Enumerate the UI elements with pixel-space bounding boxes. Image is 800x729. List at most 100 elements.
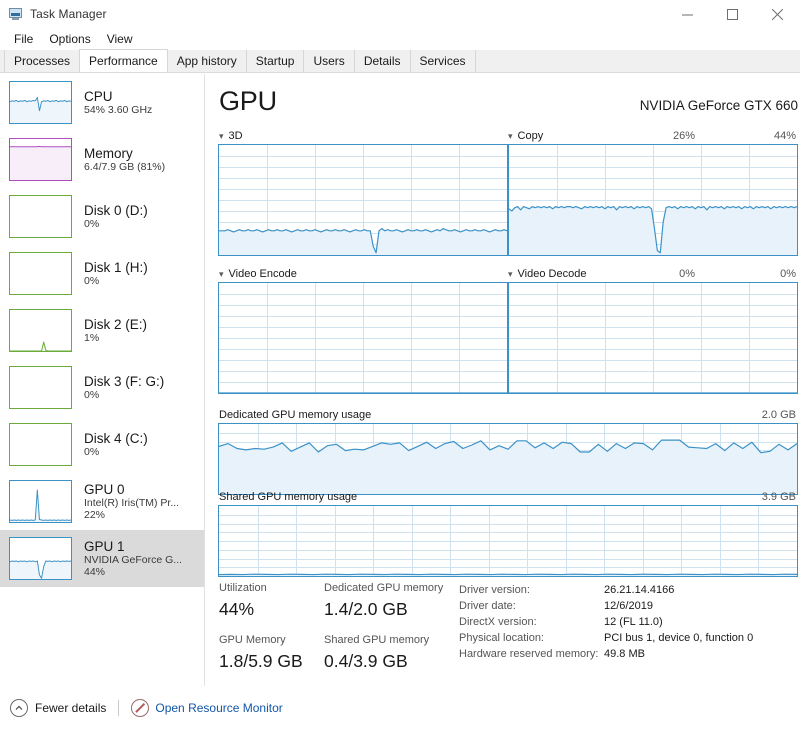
window-title: Task Manager xyxy=(30,7,107,21)
sidebar-item-label: GPU 0 xyxy=(84,481,125,497)
tab-services[interactable]: Services xyxy=(409,50,476,72)
task-manager-icon xyxy=(7,6,23,22)
chevron-down-icon: ▾ xyxy=(508,130,513,141)
stat-value-dedicated-gpu-memory: 1.4/2.0 GB xyxy=(324,599,408,619)
sidebar-item-disk-2[interactable]: Disk 2 (E:) 1% xyxy=(0,302,204,359)
cpu-thumbnail-graph xyxy=(9,81,72,124)
chevron-down-icon: ▾ xyxy=(219,268,224,279)
stat-label-utilization: Utilization xyxy=(219,582,267,594)
tab-startup[interactable]: Startup xyxy=(245,50,305,72)
graph-3d xyxy=(218,144,508,256)
resource-monitor-label: Open Resource Monitor xyxy=(155,700,283,715)
tab-details[interactable]: Details xyxy=(353,50,411,72)
menu-bar: File Options View xyxy=(0,28,800,50)
disk3-thumbnail-graph xyxy=(9,366,72,409)
window-controls xyxy=(665,0,800,28)
open-resource-monitor-link[interactable]: Open Resource Monitor xyxy=(131,698,283,717)
sidebar-item-detail: 0% xyxy=(84,275,100,288)
page-title: GPU xyxy=(219,86,277,116)
menu-item-options[interactable]: Options xyxy=(41,30,98,48)
task-manager-window: Task Manager File Options View Processes… xyxy=(0,0,800,729)
info-value-hardware-reserved-memory: 49.8 MB xyxy=(604,648,645,660)
sidebar-item-memory[interactable]: Memory 6.4/7.9 GB (81%) xyxy=(0,131,204,188)
gpu-model-name: NVIDIA GeForce GTX 660 xyxy=(639,98,798,113)
graph-copy xyxy=(508,144,798,256)
dedicated-memory-label: Dedicated GPU memory usage xyxy=(219,409,372,421)
sidebar-item-disk-1[interactable]: Disk 1 (H:) 0% xyxy=(0,245,204,302)
graph-shared-memory xyxy=(218,505,798,577)
menu-item-file[interactable]: File xyxy=(6,30,41,48)
chevron-down-icon: ▾ xyxy=(219,130,224,141)
graph-label: Copy xyxy=(517,130,544,142)
resource-monitor-icon xyxy=(131,698,150,717)
sidebar-item-gpu-0[interactable]: GPU 0 Intel(R) Iris(TM) Pr... 22% xyxy=(0,473,204,530)
resource-sidebar[interactable]: CPU 54% 3.60 GHz Memory 6.4/7.9 GB (81%)… xyxy=(0,74,205,686)
sidebar-item-detail: 54% 3.60 GHz xyxy=(84,104,153,117)
info-value-driver-version: 26.21.14.4166 xyxy=(604,584,675,596)
disk4-thumbnail-graph xyxy=(9,423,72,466)
graph-video-decode xyxy=(508,282,798,394)
sidebar-item-label: GPU 1 xyxy=(84,538,125,554)
graph-value-copy: 44% xyxy=(773,130,796,142)
stat-value-utilization: 44% xyxy=(219,599,255,619)
dedicated-memory-max: 2.0 GB xyxy=(761,409,796,421)
sidebar-item-label: Memory xyxy=(84,145,133,161)
gpu-detail-panel: GPU NVIDIA GeForce GTX 660 ▾ 3D 26% ▾ Co… xyxy=(205,74,800,686)
sidebar-item-label: Disk 2 (E:) xyxy=(84,316,148,332)
tab-bar: Processes Performance App history Startu… xyxy=(0,49,800,73)
chevron-up-icon xyxy=(10,698,28,717)
stat-label-shared-gpu-memory: Shared GPU memory xyxy=(324,634,430,646)
info-label-driver-version: Driver version: xyxy=(459,584,530,596)
sidebar-item-label: Disk 0 (D:) xyxy=(84,202,148,218)
sidebar-item-usage: 22% xyxy=(84,509,106,522)
stat-value-shared-gpu-memory: 0.4/3.9 GB xyxy=(324,651,408,671)
graph-header-3d[interactable]: ▾ 3D xyxy=(219,130,243,142)
tab-processes[interactable]: Processes xyxy=(4,50,81,72)
sidebar-item-disk-0[interactable]: Disk 0 (D:) 0% xyxy=(0,188,204,245)
disk0-thumbnail-graph xyxy=(9,195,72,238)
graph-header-copy[interactable]: ▾ Copy xyxy=(508,130,543,142)
sidebar-item-detail: 0% xyxy=(84,389,100,402)
sidebar-item-disk-3[interactable]: Disk 3 (F: G:) 0% xyxy=(0,359,204,416)
info-label-physical-location: Physical location: xyxy=(459,632,544,644)
gpu0-thumbnail-graph xyxy=(9,480,72,523)
graph-video-encode xyxy=(218,282,508,394)
fewer-details-label: Fewer details xyxy=(35,700,107,715)
sidebar-item-label: Disk 3 (F: G:) xyxy=(84,373,165,389)
tab-app-history[interactable]: App history xyxy=(166,50,247,72)
stat-label-gpu-memory: GPU Memory xyxy=(219,634,286,646)
info-label-driver-date: Driver date: xyxy=(459,600,516,612)
info-value-driver-date: 12/6/2019 xyxy=(604,600,653,612)
sidebar-item-cpu[interactable]: CPU 54% 3.60 GHz xyxy=(0,74,204,131)
chevron-down-icon: ▾ xyxy=(508,268,513,279)
disk1-thumbnail-graph xyxy=(9,252,72,295)
menu-item-view[interactable]: View xyxy=(99,30,141,48)
stat-value-gpu-memory: 1.8/5.9 GB xyxy=(219,651,303,671)
sidebar-item-label: Disk 1 (H:) xyxy=(84,259,148,275)
shared-memory-label: Shared GPU memory usage xyxy=(219,491,358,503)
sidebar-item-detail: 1% xyxy=(84,332,100,345)
fewer-details-button[interactable]: Fewer details xyxy=(10,698,107,717)
graph-label: Video Decode xyxy=(517,268,587,280)
close-button[interactable] xyxy=(755,0,800,28)
info-value-physical-location: PCI bus 1, device 0, function 0 xyxy=(604,632,754,644)
graph-value-3d: 26% xyxy=(672,130,695,142)
sidebar-item-gpu-1[interactable]: GPU 1 NVIDIA GeForce G... 44% xyxy=(0,530,204,587)
sidebar-item-disk-4[interactable]: Disk 4 (C:) 0% xyxy=(0,416,204,473)
shared-memory-max: 3.9 GB xyxy=(761,491,796,503)
graph-value-video-encode: 0% xyxy=(679,268,695,280)
graph-header-video-decode[interactable]: ▾ Video Decode xyxy=(508,268,586,280)
sidebar-item-detail: 0% xyxy=(84,446,100,459)
tab-users[interactable]: Users xyxy=(303,50,355,72)
graph-header-video-encode[interactable]: ▾ Video Encode xyxy=(219,268,297,280)
sidebar-item-usage: 44% xyxy=(84,566,106,579)
minimize-button[interactable] xyxy=(665,0,710,28)
tab-performance[interactable]: Performance xyxy=(79,49,168,72)
footer-bar: Fewer details Open Resource Monitor xyxy=(0,686,800,729)
info-label-hardware-reserved-memory: Hardware reserved memory: xyxy=(459,648,599,660)
graph-label: Video Encode xyxy=(228,268,297,280)
graph-dedicated-memory xyxy=(218,423,798,495)
footer-divider xyxy=(118,699,120,716)
title-bar: Task Manager xyxy=(0,0,800,28)
maximize-button[interactable] xyxy=(710,0,755,28)
